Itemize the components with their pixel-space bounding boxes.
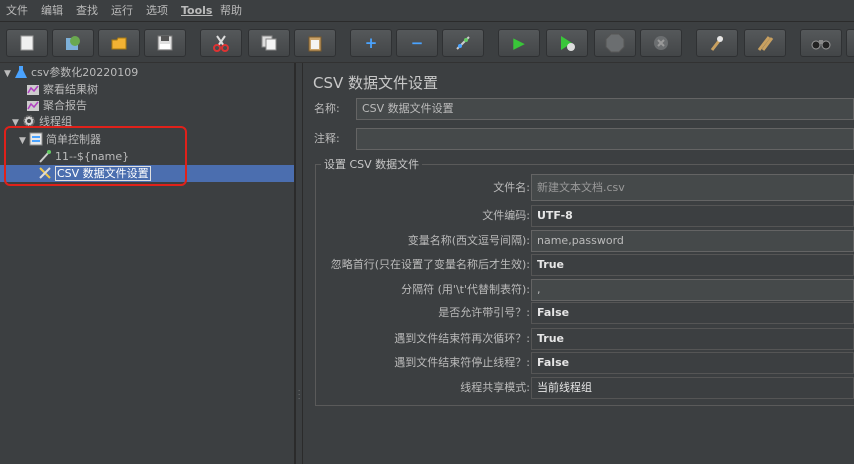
start-icon: ▶ — [513, 33, 525, 52]
clear-button[interactable] — [696, 29, 738, 57]
search-button[interactable] — [800, 29, 842, 57]
stop-thread-eof-label: 遇到文件结束符停止线程？: — [394, 356, 530, 369]
expand-button[interactable]: + — [350, 29, 392, 57]
copy-button[interactable] — [248, 29, 290, 57]
stop-button[interactable] — [594, 29, 636, 57]
highlight-annotation — [4, 126, 187, 186]
menu-help[interactable]: 帮助 — [220, 3, 242, 19]
encoding-field[interactable]: UTF-8 — [531, 205, 854, 227]
grip-icon: · · · — [298, 387, 301, 403]
allow-quoted-label: 是否允许带引号？: — [438, 306, 530, 319]
start-no-pauses-icon — [561, 36, 575, 51]
clear-icon — [710, 36, 724, 51]
stop-thread-eof-select[interactable]: False — [531, 352, 854, 374]
delimiter-label: 分隔符 (用'\t'代替制表符): — [401, 283, 530, 296]
start-button[interactable]: ▶ — [498, 29, 540, 57]
name-label: 名称: — [314, 102, 340, 115]
menu-tools[interactable]: Tools — [181, 3, 212, 19]
save-icon — [157, 35, 173, 51]
new-icon — [20, 35, 34, 51]
paste-icon — [308, 36, 322, 52]
collapse-icon: − — [410, 33, 424, 52]
open-button[interactable] — [98, 29, 140, 57]
variable-names-field[interactable]: name,password — [531, 230, 854, 252]
variable-names-label: 变量名称(西文逗号间隔): — [407, 234, 530, 247]
menu-file[interactable]: 文件 — [6, 3, 28, 19]
toolbar: + − ▶ — [0, 22, 854, 63]
page-title: CSV 数据文件设置 — [313, 74, 439, 92]
tree-item-label: 聚合报告 — [43, 99, 87, 112]
menu-bar: 文件 编辑 查找 运行 选项 Tools 帮助 — [0, 0, 854, 22]
sharing-mode-label: 线程共享模式: — [460, 381, 530, 394]
more-button[interactable] — [846, 29, 854, 57]
templates-button[interactable] — [52, 29, 94, 57]
menu-options[interactable]: 选项 — [146, 3, 168, 19]
ignore-first-line-label: 忽略首行(只在设置了变量名称后才生效): — [330, 258, 530, 271]
binoculars-icon — [811, 40, 831, 50]
expand-arrow-icon[interactable]: ▼ — [4, 66, 14, 82]
encoding-label: 文件编码: — [482, 209, 530, 222]
menu-edit[interactable]: 编辑 — [41, 3, 63, 19]
split-divider[interactable]: · · · — [295, 63, 303, 464]
name-field[interactable]: CSV 数据文件设置 — [356, 98, 854, 120]
chart-icon — [27, 101, 39, 111]
ignore-first-line-select[interactable]: True — [531, 254, 854, 276]
new-button[interactable] — [6, 29, 48, 57]
save-button[interactable] — [144, 29, 186, 57]
open-icon — [111, 37, 127, 50]
menu-search[interactable]: 查找 — [76, 3, 98, 19]
toggle-button[interactable] — [442, 29, 484, 57]
cut-icon — [213, 35, 229, 52]
chart-icon — [27, 85, 39, 95]
menu-run[interactable]: 运行 — [111, 3, 133, 19]
collapse-button[interactable]: − — [396, 29, 438, 57]
templates-icon — [66, 36, 80, 50]
clear-all-button[interactable] — [744, 29, 786, 57]
recycle-eof-select[interactable]: True — [531, 328, 854, 350]
start-no-pauses-button[interactable] — [546, 29, 588, 57]
filename-label: 文件名: — [493, 181, 530, 194]
allow-quoted-select[interactable]: False — [531, 302, 854, 324]
filename-field[interactable]: 新建文本文档.csv — [531, 174, 854, 201]
group-title: 设置 CSV 数据文件 — [321, 156, 423, 172]
comment-label: 注释: — [314, 132, 340, 145]
delimiter-field[interactable]: , — [531, 279, 854, 301]
tree-item-label: csv参数化20220109 — [31, 66, 139, 79]
shutdown-icon — [654, 36, 668, 50]
paste-button[interactable] — [294, 29, 336, 57]
recycle-eof-label: 遇到文件结束符再次循环？: — [394, 332, 530, 345]
flask-icon — [15, 66, 27, 78]
copy-icon — [261, 35, 277, 51]
tree-item-aggregate-report[interactable]: 聚合报告 — [26, 98, 87, 114]
expand-icon: + — [364, 33, 378, 52]
shutdown-button[interactable] — [640, 29, 682, 57]
tree-item-view-results-tree[interactable]: 察看结果树 — [26, 82, 98, 98]
sharing-mode-select[interactable]: 当前线程组 — [531, 377, 854, 399]
tree-item-label: 察看结果树 — [43, 83, 98, 96]
csv-config-panel: CSV 数据文件设置 名称: CSV 数据文件设置 注释: 设置 CSV 数据文… — [304, 63, 854, 464]
toggle-icon — [456, 36, 470, 50]
clear-all-icon — [757, 36, 774, 51]
test-plan-tree: ▼ csv参数化20220109 察看结果树 聚合报告 ▼ 线程组 ▼ 简单控制器 1… — [0, 63, 295, 464]
stop-icon — [605, 33, 625, 53]
comment-field[interactable] — [356, 128, 854, 150]
tree-item-test-plan[interactable]: ▼ csv参数化20220109 — [4, 65, 138, 81]
cut-button[interactable] — [200, 29, 242, 57]
